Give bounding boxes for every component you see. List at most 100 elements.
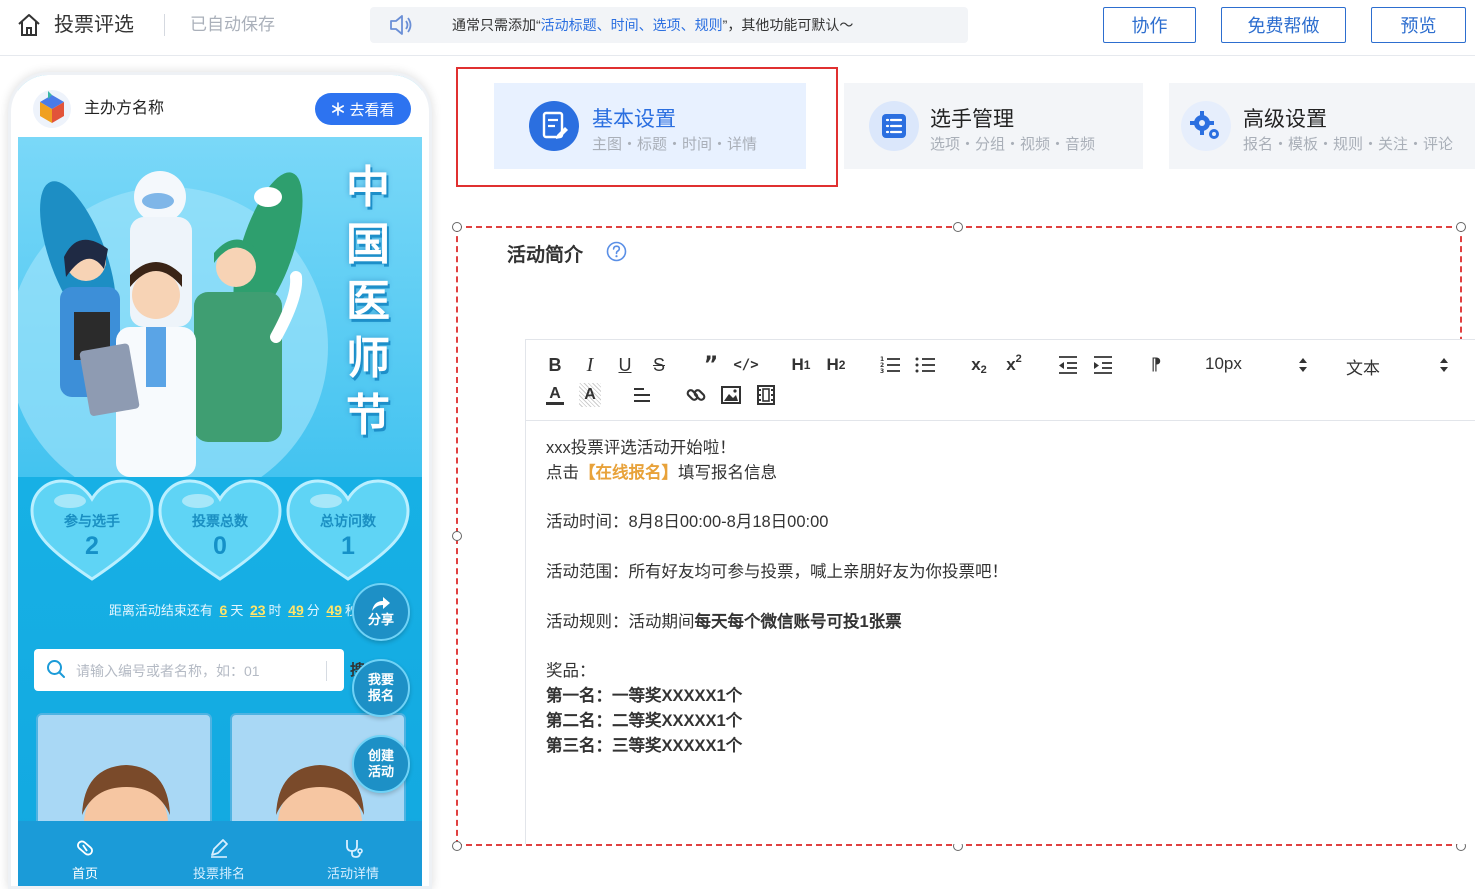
collaborate-button[interactable]: 协作 [1103, 7, 1196, 43]
superscript-icon[interactable]: x2 [1002, 353, 1026, 377]
countdown-minutes-unit: 分 [306, 603, 320, 618]
resize-handle[interactable] [953, 222, 963, 232]
heart-icon [30, 479, 154, 581]
code-icon[interactable]: </> [733, 353, 758, 377]
text-direction-icon[interactable]: ⁋ [1144, 353, 1168, 377]
banner-title-char: 国 [346, 219, 390, 270]
editor-toolbar: B I U S ” </> H1 H2 123 x2 x2 ⁋ 10px 文本 [526, 340, 1475, 421]
selected-step-highlight [456, 67, 838, 187]
font-size-select[interactable]: 10px [1205, 354, 1242, 374]
heading2-icon[interactable]: H2 [823, 353, 849, 377]
align-icon[interactable] [630, 383, 654, 407]
tab-label: 活动详情 [326, 866, 379, 881]
banner-title: 中 国 医 师 节 [336, 159, 400, 444]
strikethrough-icon[interactable]: S [648, 353, 670, 377]
speaker-icon [390, 15, 412, 35]
search-icon [47, 660, 65, 678]
stat-total-votes: 投票总数 0 [158, 479, 282, 583]
background-color-icon[interactable]: A [579, 383, 601, 407]
content-line: 活动时间：8月8日00:00-8月18日00:00 [546, 513, 829, 532]
resize-handle[interactable] [452, 841, 462, 851]
heading1-icon[interactable]: H1 [788, 353, 814, 377]
video-icon[interactable] [754, 383, 778, 407]
home-icon[interactable] [16, 12, 42, 38]
block-type-select[interactable]: 文本 [1346, 354, 1380, 379]
tip-suffix: ”，其他功能可默认～ [722, 17, 854, 33]
tab-home[interactable]: 首页 [18, 821, 152, 886]
autosave-status: 已自动保存 [190, 15, 275, 34]
step-tab-contestant-management[interactable]: 选手管理 选项・分组・视频・音频 [844, 83, 1143, 169]
tip-prefix: 通常只需添加“ [452, 17, 541, 33]
signup-button[interactable]: 我要 报名 [352, 659, 410, 717]
font-size-select-arrows-icon[interactable] [1298, 357, 1308, 373]
free-help-button[interactable]: 免费帮做 [1221, 7, 1346, 43]
section-title: 活动简介 [507, 245, 584, 266]
phone-tabbar: 首页 投票排名 活动详情 [18, 821, 422, 886]
font-color-icon[interactable]: A [544, 383, 566, 407]
signup-highlight: 【在线报名】 [579, 463, 678, 482]
countdown-days-unit: 天 [230, 603, 244, 618]
share-button[interactable]: 分享 [352, 583, 410, 641]
blockquote-icon[interactable]: ” [700, 353, 722, 378]
stat-value: 2 [85, 532, 99, 560]
heart-icon [158, 479, 282, 581]
organizer-logo-icon [33, 90, 71, 128]
countdown-hours-unit: 时 [268, 603, 282, 618]
rules-bold-text: 每天每个微信账号可投1张票 [694, 612, 902, 631]
countdown-prefix: 距离活动结束还有 [108, 603, 213, 618]
resize-handle[interactable] [452, 531, 462, 541]
pen-icon [211, 839, 228, 858]
stethoscope-icon [346, 840, 363, 858]
search-placeholder: 请输入编号或者名称，如：01 [76, 663, 260, 679]
bold-icon[interactable]: B [544, 353, 566, 377]
help-icon[interactable] [606, 241, 627, 262]
share-button-label: 分享 [367, 612, 394, 627]
subscript-icon[interactable]: x2 [967, 353, 991, 377]
indent-icon[interactable] [1091, 353, 1115, 377]
empty-line [546, 535, 1008, 560]
step-tab-advanced-settings[interactable]: 高级设置 报名・模板・规则・关注・评论 [1169, 83, 1475, 169]
heart-icon [286, 479, 410, 581]
create-activity-button[interactable]: 创建 活动 [352, 735, 410, 793]
link-icon[interactable] [684, 383, 708, 407]
stat-label: 总访问数 [320, 513, 376, 529]
content-line: 活动规则：活动期间每天每个微信账号可投1张票 [546, 610, 1008, 635]
search-divider [326, 661, 327, 681]
stat-label: 参与选手 [64, 513, 120, 529]
block-type-select-arrows-icon[interactable] [1439, 357, 1449, 373]
page-title: 投票评选 [54, 14, 134, 36]
tab-vote-ranking[interactable]: 投票排名 [152, 821, 286, 886]
preview-button[interactable]: 预览 [1371, 7, 1466, 43]
step-title: 选手管理 [930, 108, 1014, 131]
image-icon[interactable] [719, 383, 743, 407]
signup-label-line2: 报名 [367, 688, 394, 703]
stat-participants: 参与选手 2 [30, 479, 154, 583]
goto-button[interactable]: 去看看 [315, 93, 411, 125]
countdown-hours: 23 [249, 602, 266, 618]
underline-icon[interactable]: U [614, 353, 636, 377]
resize-handle[interactable] [452, 222, 462, 232]
editor-content[interactable]: xxx投票评选活动开始啦！ 点击【在线报名】填写报名信息 活动时间：8月8日00… [546, 436, 1008, 758]
banner-title-char: 师 [346, 333, 390, 384]
tab-activity-details[interactable]: 活动详情 [286, 821, 420, 886]
tab-label: 首页 [71, 866, 98, 881]
banner-title-char: 节 [346, 390, 390, 441]
countdown-days: 6 [219, 602, 228, 618]
resize-handle[interactable] [1456, 222, 1466, 232]
tip-highlight: 活动标题、时间、选项、规则 [540, 17, 723, 33]
gear-icon [1181, 101, 1231, 151]
italic-icon[interactable]: I [579, 353, 601, 377]
empty-line [546, 585, 1008, 610]
countdown: 距离活动结束还有 6天 23时 49分 49秒 [18, 600, 358, 619]
phone-preview: 主办方名称 去看看 中 国 医 师 节 参与选手 2 投票总数 0 总访问数 1… [8, 72, 432, 889]
outdent-icon[interactable] [1056, 353, 1080, 377]
search-input[interactable]: 请输入编号或者名称，如：01 [34, 649, 344, 691]
stat-value: 1 [341, 532, 355, 560]
content-text: 活动规则：活动期间 [546, 612, 695, 631]
countdown-seconds: 49 [326, 602, 342, 618]
bullet-list-icon[interactable] [914, 353, 938, 377]
ordered-list-icon[interactable]: 123 [879, 353, 903, 377]
tab-label: 投票排名 [192, 866, 245, 881]
content-line: 奖品： [546, 662, 596, 681]
organizer-name: 主办方名称 [84, 100, 165, 117]
